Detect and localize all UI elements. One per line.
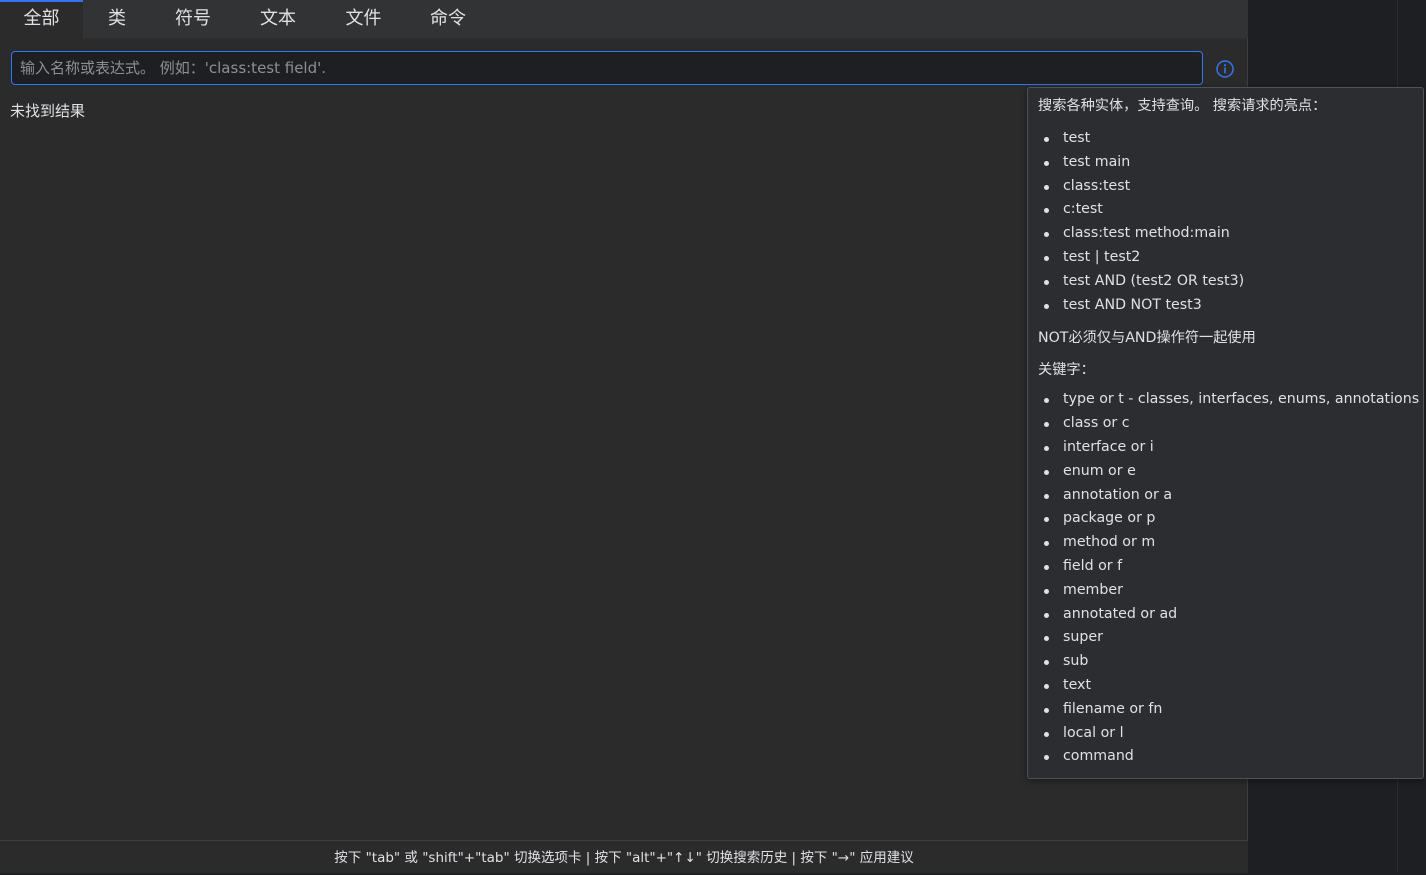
help-example-item: test AND NOT test3: [1038, 294, 1423, 318]
help-keyword-item: sub: [1038, 650, 1423, 674]
tab-text[interactable]: 文本: [235, 0, 321, 38]
tab-classes[interactable]: 类: [83, 0, 151, 38]
help-keyword-item: type or t - classes, interfaces, enums, …: [1038, 388, 1423, 412]
help-keyword-item: super: [1038, 626, 1423, 650]
help-example-item: c:test: [1038, 198, 1423, 222]
no-results-text: 未找到结果: [10, 102, 86, 120]
help-example-item: class:test: [1038, 175, 1423, 199]
search-field[interactable]: [11, 51, 1203, 85]
help-intro: 搜索各种实体，支持查询。 搜索请求的亮点：: [1038, 98, 1327, 114]
footer-hint: 按下 "tab" 或 "shift"+"tab" 切换选项卡 | 按下 "alt…: [0, 840, 1248, 873]
tab-files[interactable]: 文件: [321, 0, 406, 38]
help-example-item: test main: [1038, 151, 1423, 175]
help-keyword-item: filename or fn: [1038, 698, 1423, 722]
help-keywords-title: 关键字：: [1038, 362, 1095, 379]
help-example-item: test AND (test2 OR test3): [1038, 270, 1423, 294]
help-keyword-item: command: [1038, 745, 1423, 769]
help-keyword-item: method or m: [1038, 531, 1423, 555]
help-keyword-item: text: [1038, 674, 1423, 698]
query-help-tooltip: 搜索各种实体，支持查询。 搜索请求的亮点： test test main cla…: [1027, 87, 1424, 779]
help-keyword-item: local or l: [1038, 722, 1423, 746]
tab-bar: 全部 类 符号 文本 文件 命令: [0, 0, 1248, 38]
tab-all[interactable]: 全部: [0, 0, 83, 38]
help-examples-list: test test main class:test c:test class:t…: [1038, 127, 1423, 317]
info-icon: [1216, 60, 1234, 78]
help-keyword-item: class or c: [1038, 412, 1423, 436]
help-keyword-item: annotated or ad: [1038, 603, 1423, 627]
help-keyword-item: annotation or a: [1038, 484, 1423, 508]
help-example-item: test: [1038, 127, 1423, 151]
help-keyword-item: package or p: [1038, 507, 1423, 531]
help-example-item: test | test2: [1038, 246, 1423, 270]
help-keyword-item: enum or e: [1038, 460, 1423, 484]
help-not-note: NOT必须仅与AND操作符一起使用: [1038, 330, 1256, 347]
help-keyword-item: member: [1038, 579, 1423, 603]
info-button[interactable]: [1215, 59, 1235, 79]
search-input[interactable]: [12, 52, 1202, 84]
help-keywords-list: type or t - classes, interfaces, enums, …: [1038, 388, 1423, 769]
help-example-item: class:test method:main: [1038, 222, 1423, 246]
help-keyword-item: interface or i: [1038, 436, 1423, 460]
tab-actions[interactable]: 命令: [406, 0, 490, 38]
help-keyword-item: field or f: [1038, 555, 1423, 579]
tab-symbols[interactable]: 符号: [151, 0, 235, 38]
